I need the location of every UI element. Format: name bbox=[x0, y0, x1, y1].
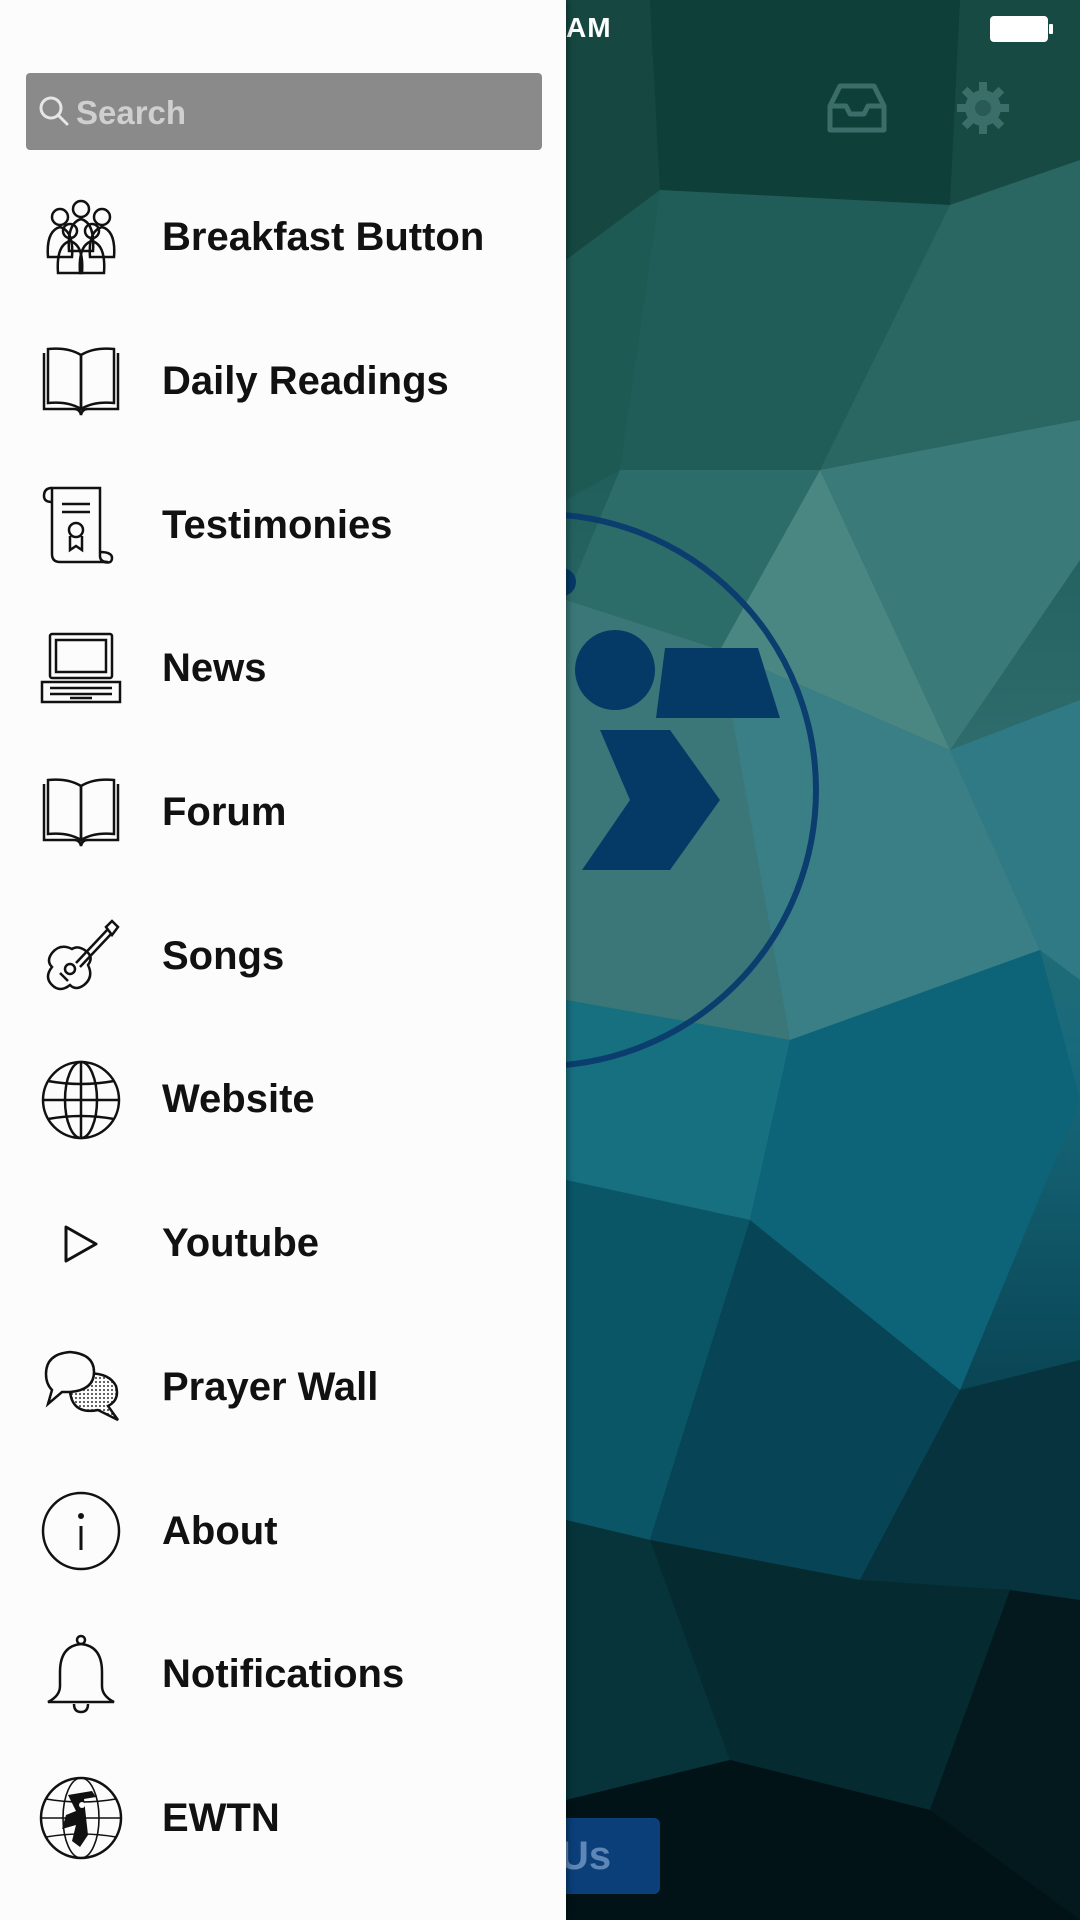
open-book-icon bbox=[42, 777, 120, 846]
menu-item-testimonies[interactable]: Testimonies bbox=[0, 453, 566, 597]
menu-item-forum[interactable]: Forum bbox=[0, 741, 566, 885]
chat-bubbles-icon bbox=[44, 1351, 120, 1422]
bell-icon bbox=[47, 1634, 115, 1713]
side-drawer: Breakfast Button Daily Readings bbox=[0, 0, 566, 1920]
menu-item-about[interactable]: About bbox=[0, 1459, 566, 1603]
menu-label: Testimonies bbox=[162, 502, 393, 547]
menu-item-breakfast-button[interactable]: Breakfast Button bbox=[0, 166, 566, 310]
battery-icon bbox=[990, 16, 1053, 42]
menu-item-website[interactable]: Website bbox=[0, 1028, 566, 1172]
play-icon bbox=[64, 1225, 98, 1263]
globe-icon bbox=[41, 1060, 121, 1140]
scroll-certificate-icon bbox=[42, 486, 114, 564]
menu-label: Notifications bbox=[162, 1652, 405, 1697]
menu-label: News bbox=[162, 646, 267, 691]
laptop-icon bbox=[40, 632, 122, 704]
menu-label: Songs bbox=[162, 933, 285, 978]
menu-item-youtube[interactable]: Youtube bbox=[0, 1172, 566, 1316]
menu-label: About bbox=[162, 1508, 278, 1553]
menu-item-news[interactable]: News bbox=[0, 597, 566, 741]
menu-item-prayer-wall[interactable]: Prayer Wall bbox=[0, 1316, 566, 1460]
menu-label: Forum bbox=[162, 790, 287, 835]
drawer-menu: Breakfast Button Daily Readings Testimon… bbox=[0, 166, 566, 1890]
ewtn-globe-icon bbox=[39, 1777, 123, 1860]
menu-label: Prayer Wall bbox=[162, 1364, 379, 1409]
menu-label: EWTN bbox=[162, 1795, 280, 1840]
guitar-icon bbox=[46, 919, 120, 991]
menu-label: Breakfast Button bbox=[162, 215, 485, 260]
menu-item-ewtn[interactable]: EWTN bbox=[0, 1747, 566, 1891]
search-icon bbox=[39, 96, 69, 126]
menu-item-daily-readings[interactable]: Daily Readings bbox=[0, 310, 566, 454]
menu-label: Website bbox=[162, 1077, 315, 1122]
menu-label: Daily Readings bbox=[162, 359, 449, 404]
group-people-icon bbox=[46, 199, 116, 275]
status-time: AM bbox=[566, 12, 612, 43]
info-icon bbox=[41, 1491, 121, 1571]
menu-item-songs[interactable]: Songs bbox=[0, 884, 566, 1028]
menu-item-notifications[interactable]: Notifications bbox=[0, 1603, 566, 1747]
search-bar[interactable] bbox=[26, 73, 542, 152]
menu-label: Youtube bbox=[162, 1221, 320, 1266]
inbox-icon[interactable] bbox=[822, 78, 892, 138]
open-book-icon bbox=[42, 346, 120, 415]
search-input[interactable] bbox=[74, 73, 528, 152]
gear-icon[interactable] bbox=[948, 78, 1018, 138]
